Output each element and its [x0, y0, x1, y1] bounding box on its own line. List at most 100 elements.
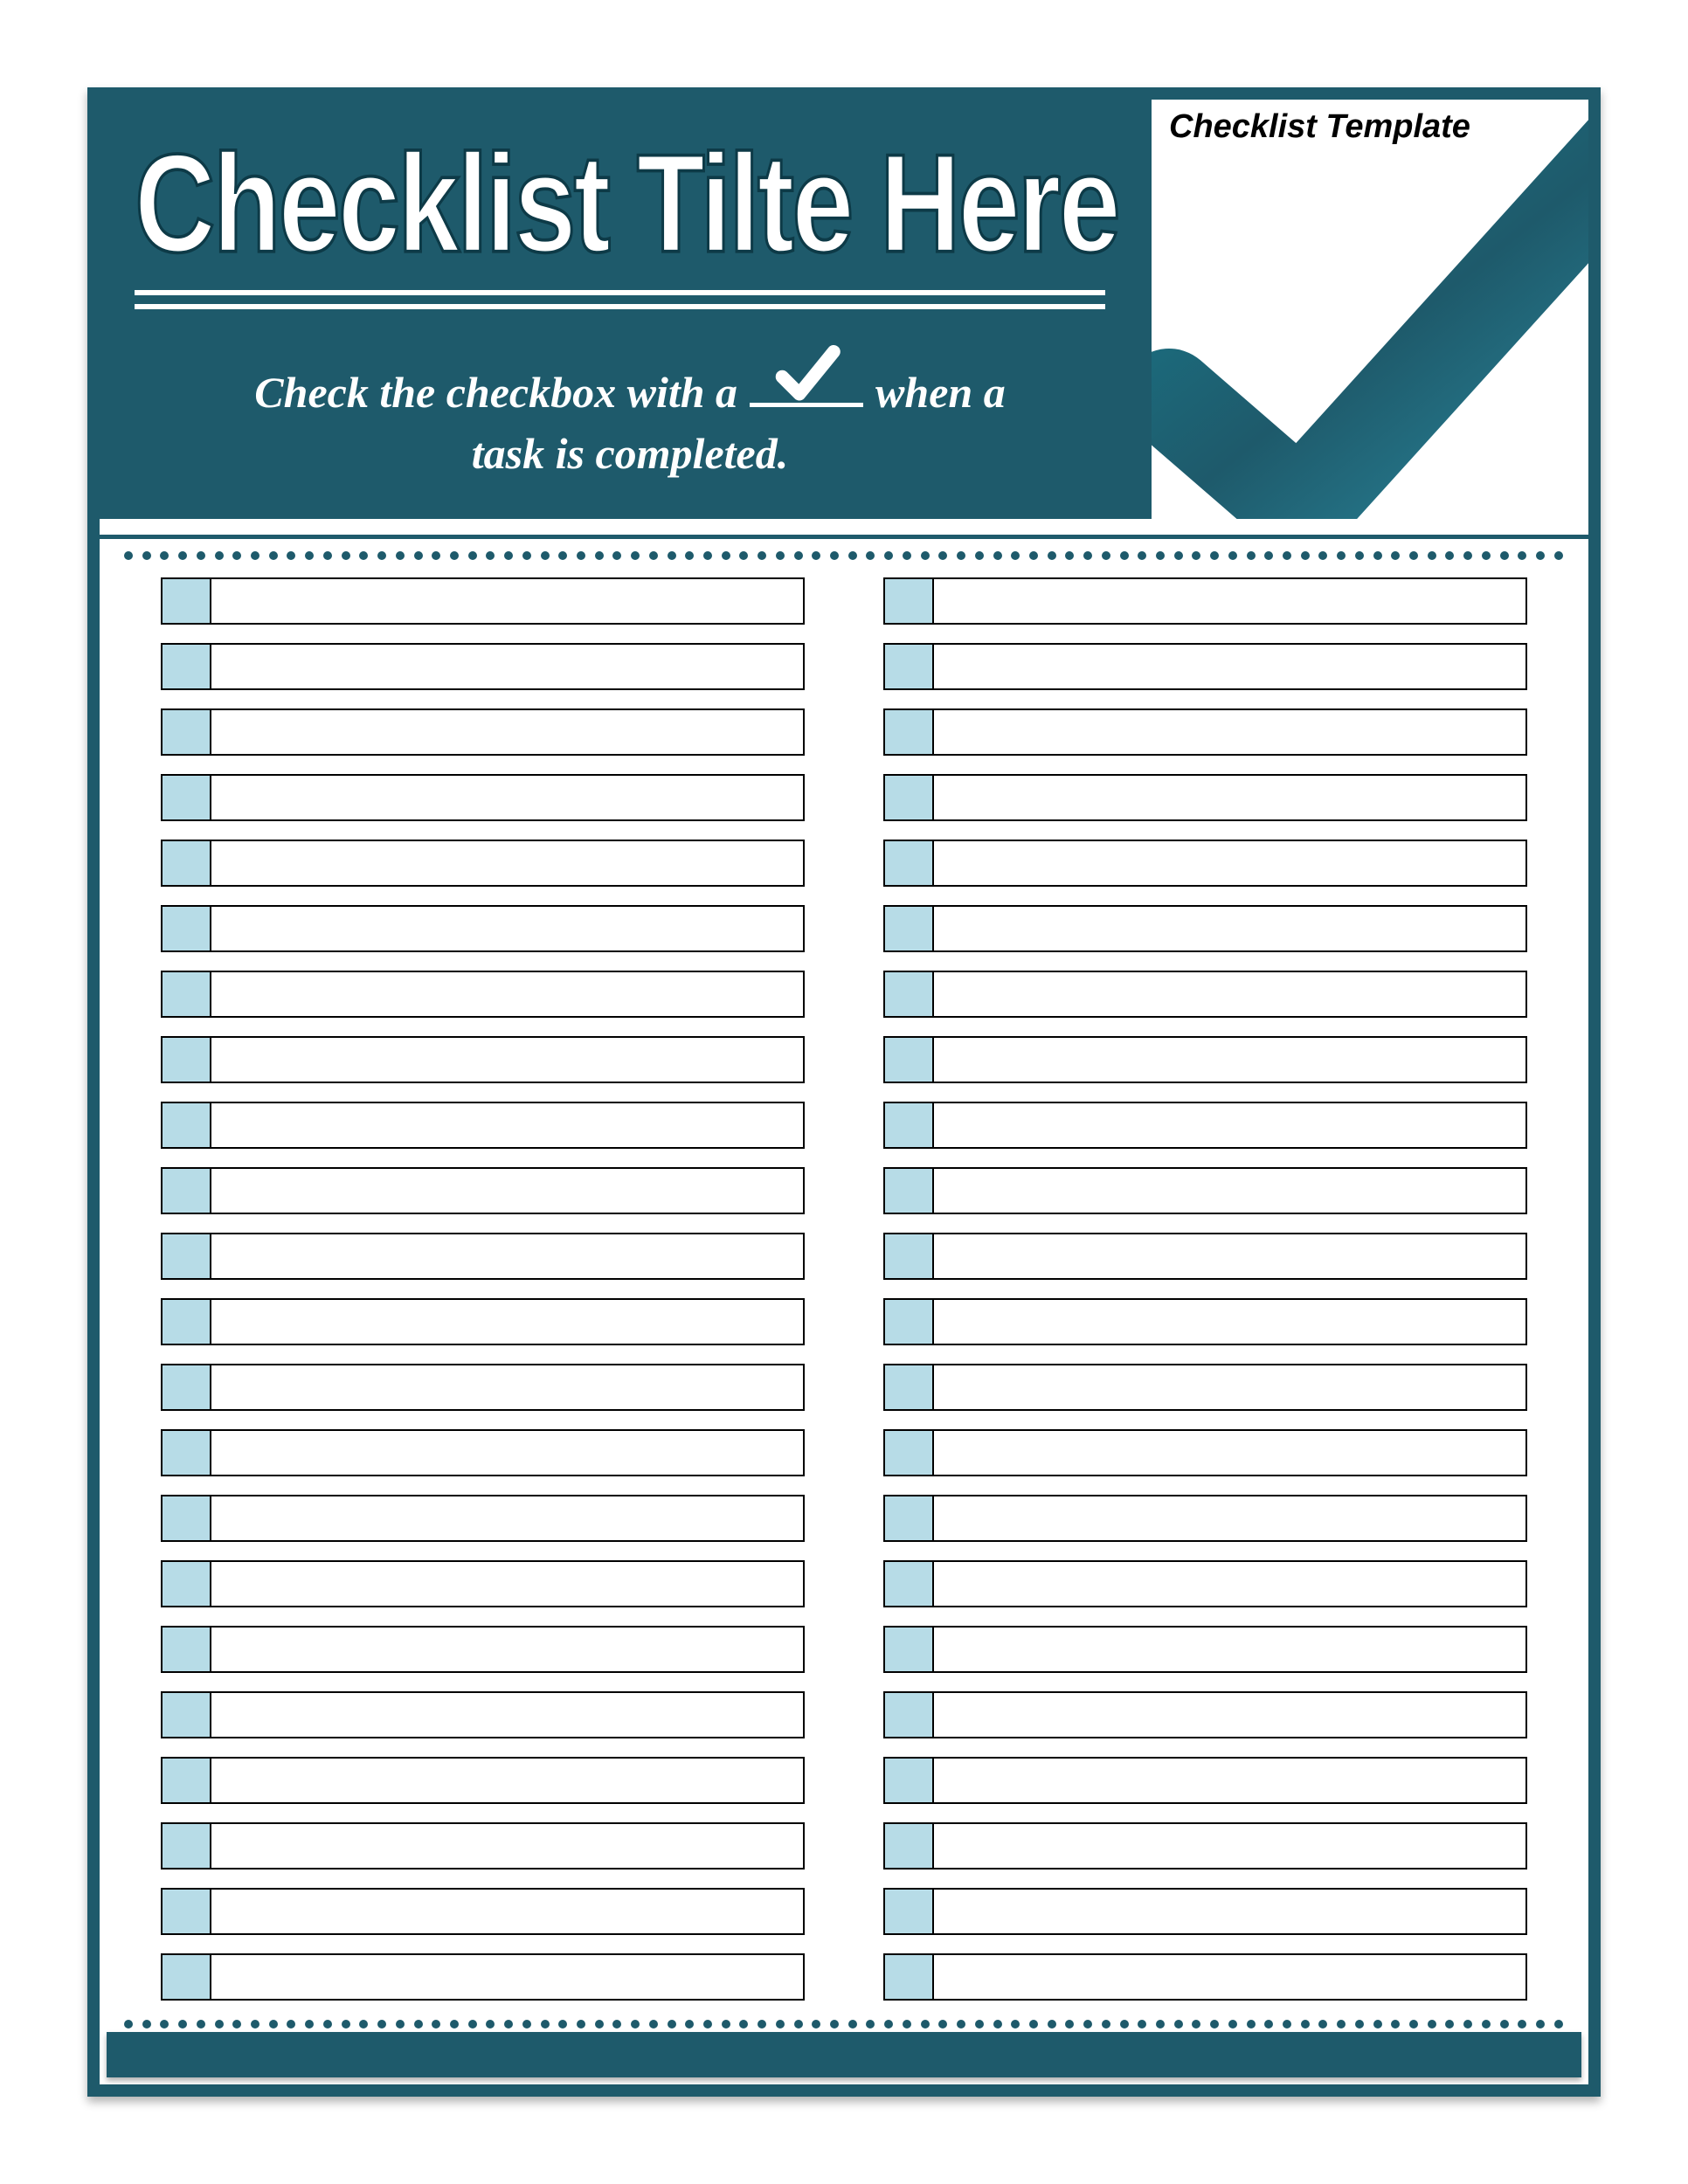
checkbox[interactable]: [161, 1495, 211, 1542]
checkbox[interactable]: [161, 1953, 211, 2001]
checkbox[interactable]: [883, 971, 934, 1018]
checkbox[interactable]: [883, 905, 934, 952]
checkbox[interactable]: [883, 774, 934, 821]
checkbox[interactable]: [883, 1626, 934, 1673]
task-text-field[interactable]: [934, 1233, 1527, 1280]
task-text-field[interactable]: [934, 1888, 1527, 1935]
task-text-field[interactable]: [211, 905, 805, 952]
task-text-field[interactable]: [211, 1102, 805, 1149]
checkbox[interactable]: [161, 1102, 211, 1149]
task-text-field[interactable]: [211, 1626, 805, 1673]
task-text-field[interactable]: [211, 577, 805, 625]
task-text-field[interactable]: [211, 840, 805, 887]
task-text-field[interactable]: [211, 1233, 805, 1280]
checkbox[interactable]: [883, 1757, 934, 1804]
decorative-dot: [1138, 2020, 1146, 2028]
checkbox[interactable]: [161, 1167, 211, 1214]
task-text-field[interactable]: [934, 840, 1527, 887]
checkbox[interactable]: [161, 1822, 211, 1870]
checkbox[interactable]: [883, 1691, 934, 1738]
task-text-field[interactable]: [934, 1822, 1527, 1870]
checkbox[interactable]: [161, 971, 211, 1018]
task-text-field[interactable]: [211, 1757, 805, 1804]
checkbox[interactable]: [161, 840, 211, 887]
decorative-dot: [541, 2020, 550, 2028]
checkbox[interactable]: [883, 1233, 934, 1280]
task-text-field[interactable]: [211, 1888, 805, 1935]
decorative-dot: [848, 551, 857, 560]
checkbox[interactable]: [883, 1102, 934, 1149]
checklist-row: [161, 1626, 805, 1673]
task-text-field[interactable]: [934, 1495, 1527, 1542]
decorative-dot: [197, 2020, 205, 2028]
task-text-field[interactable]: [934, 1036, 1527, 1083]
checkbox[interactable]: [883, 1560, 934, 1607]
checkbox[interactable]: [883, 1953, 934, 2001]
checkbox[interactable]: [883, 1364, 934, 1411]
task-text-field[interactable]: [211, 971, 805, 1018]
checkbox[interactable]: [161, 1036, 211, 1083]
decorative-dot: [884, 551, 893, 560]
task-text-field[interactable]: [211, 643, 805, 690]
decorative-dot: [232, 2020, 241, 2028]
checkbox[interactable]: [161, 1757, 211, 1804]
task-text-field[interactable]: [211, 1429, 805, 1476]
checkbox[interactable]: [161, 1626, 211, 1673]
checkbox[interactable]: [883, 577, 934, 625]
task-text-field[interactable]: [934, 774, 1527, 821]
instruction-part3: task is completed.: [472, 429, 788, 478]
checkbox[interactable]: [161, 1560, 211, 1607]
checklist-row: [883, 1364, 1527, 1411]
task-text-field[interactable]: [211, 1822, 805, 1870]
task-text-field[interactable]: [211, 1298, 805, 1345]
checkbox[interactable]: [883, 643, 934, 690]
task-text-field[interactable]: [934, 1364, 1527, 1411]
checkbox[interactable]: [161, 905, 211, 952]
checkbox[interactable]: [161, 1691, 211, 1738]
task-text-field[interactable]: [211, 1167, 805, 1214]
checkbox[interactable]: [883, 1822, 934, 1870]
task-text-field[interactable]: [934, 708, 1527, 756]
task-text-field[interactable]: [211, 708, 805, 756]
task-text-field[interactable]: [934, 971, 1527, 1018]
task-text-field[interactable]: [934, 1429, 1527, 1476]
checkbox[interactable]: [161, 774, 211, 821]
checkbox[interactable]: [883, 1429, 934, 1476]
checkbox[interactable]: [161, 708, 211, 756]
task-text-field[interactable]: [934, 577, 1527, 625]
task-text-field[interactable]: [934, 643, 1527, 690]
task-text-field[interactable]: [934, 1560, 1527, 1607]
task-text-field[interactable]: [934, 1691, 1527, 1738]
checkbox[interactable]: [161, 1298, 211, 1345]
task-text-field[interactable]: [934, 1626, 1527, 1673]
task-text-field[interactable]: [934, 1757, 1527, 1804]
checkbox[interactable]: [883, 1495, 934, 1542]
checklist-row: [161, 971, 805, 1018]
task-text-field[interactable]: [211, 774, 805, 821]
task-text-field[interactable]: [211, 1560, 805, 1607]
checkbox[interactable]: [161, 1233, 211, 1280]
checklist-title[interactable]: Checklist Tilte Here: [135, 135, 1125, 274]
task-text-field[interactable]: [211, 1953, 805, 2001]
task-text-field[interactable]: [934, 1298, 1527, 1345]
checkbox[interactable]: [883, 1888, 934, 1935]
checkbox[interactable]: [883, 1036, 934, 1083]
checkbox[interactable]: [883, 708, 934, 756]
task-text-field[interactable]: [211, 1364, 805, 1411]
checkbox[interactable]: [883, 1167, 934, 1214]
task-text-field[interactable]: [934, 1102, 1527, 1149]
task-text-field[interactable]: [934, 1167, 1527, 1214]
task-text-field[interactable]: [211, 1495, 805, 1542]
checkbox[interactable]: [161, 1429, 211, 1476]
task-text-field[interactable]: [934, 905, 1527, 952]
checkbox[interactable]: [161, 1888, 211, 1935]
checkbox[interactable]: [161, 643, 211, 690]
checkbox[interactable]: [161, 1364, 211, 1411]
checkbox[interactable]: [883, 1298, 934, 1345]
task-text-field[interactable]: [211, 1691, 805, 1738]
checkbox[interactable]: [161, 577, 211, 625]
checkbox[interactable]: [883, 840, 934, 887]
task-text-field[interactable]: [934, 1953, 1527, 2001]
checklist-row: [161, 708, 805, 756]
task-text-field[interactable]: [211, 1036, 805, 1083]
